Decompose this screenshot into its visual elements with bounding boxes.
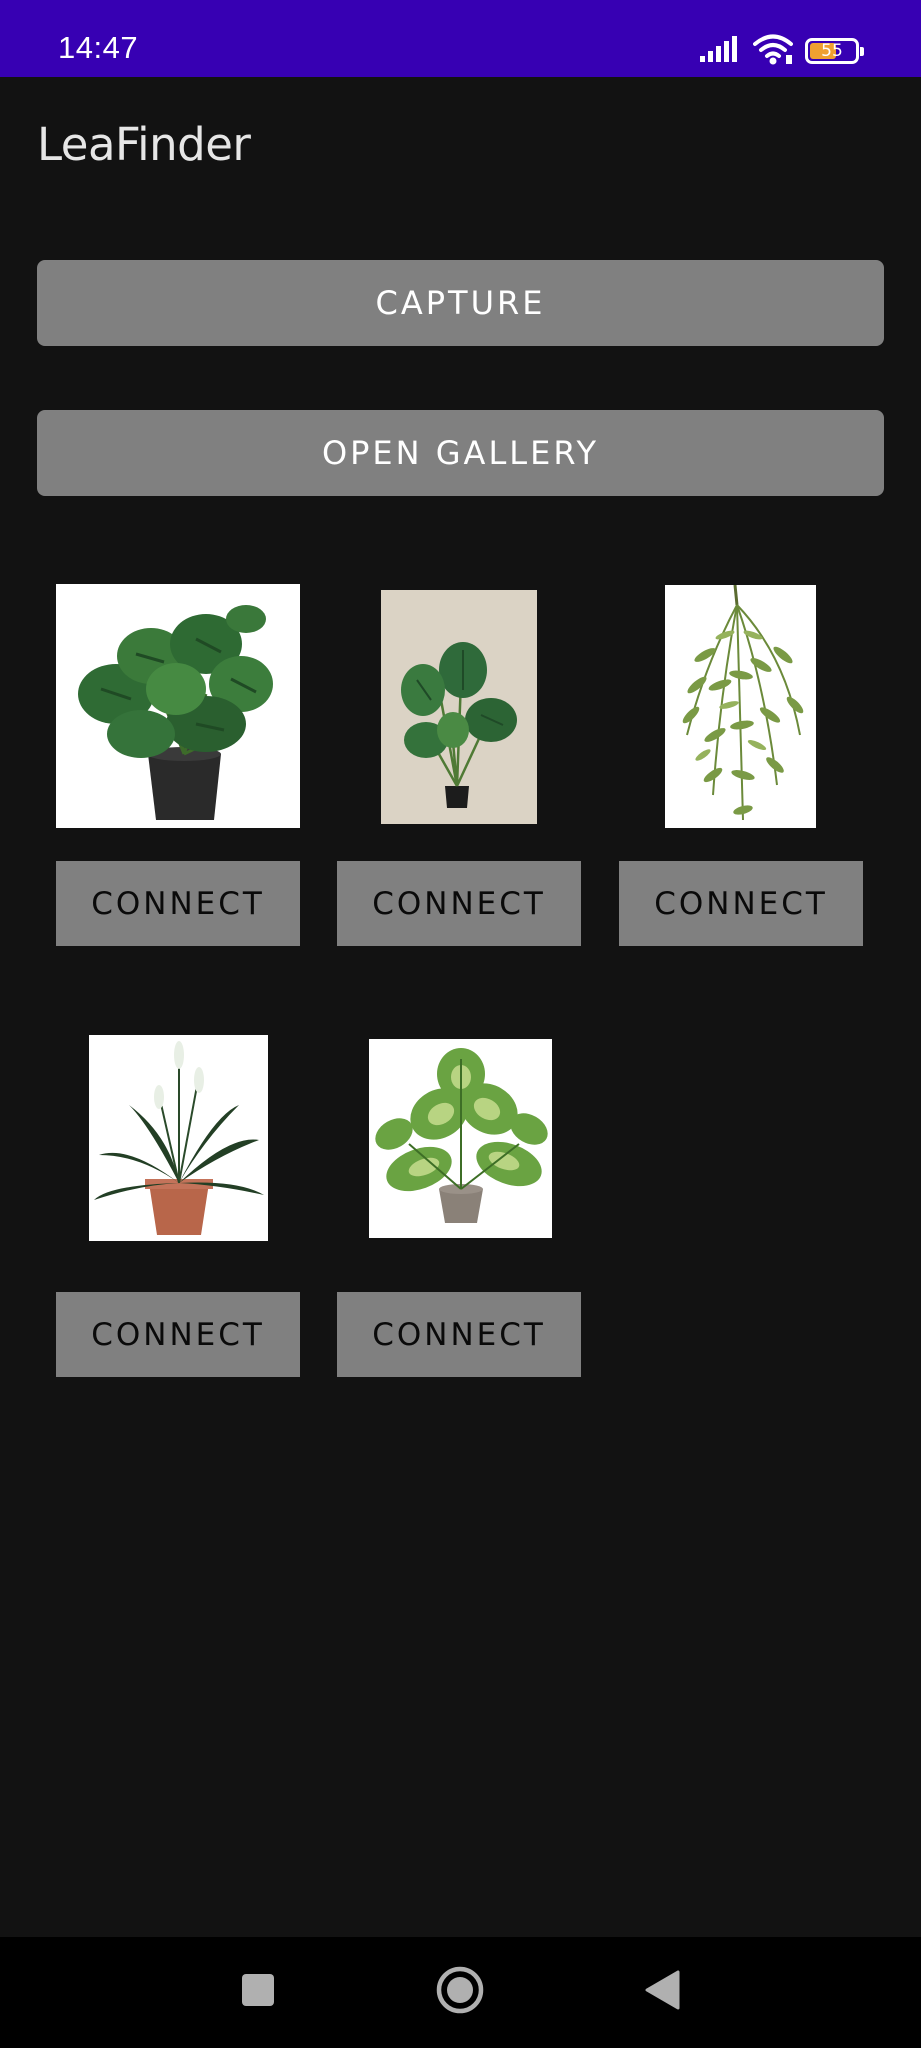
home-button[interactable] (405, 1937, 515, 2048)
signal-icon (699, 35, 741, 68)
battery-icon: 55 (805, 38, 864, 64)
dieffenbachia-grey-pot-image (369, 1039, 552, 1238)
page-title: LeaFinder (37, 118, 251, 171)
connect-button[interactable]: CONNECT (337, 861, 581, 946)
connect-button[interactable]: CONNECT (337, 1292, 581, 1377)
connect-button[interactable]: CONNECT (619, 861, 863, 946)
back-button[interactable] (607, 1937, 717, 2048)
monstera-beige-background-image (381, 590, 537, 824)
status-time: 14:47 (58, 30, 139, 65)
connect-button[interactable]: CONNECT (56, 861, 300, 946)
status-bar: 14:47 55 (0, 0, 921, 77)
back-icon (644, 1970, 680, 2015)
status-icons: 55 (699, 28, 864, 74)
home-icon (436, 1966, 484, 2019)
peace-lily-terracotta-pot-image (89, 1035, 268, 1241)
recents-button[interactable] (203, 1937, 313, 2048)
screen: 14:47 55 LeaFinder CAPTURE OPEN GALLERY … (0, 0, 921, 2048)
recents-icon (240, 1972, 276, 2013)
hanging-fern-image (665, 585, 816, 828)
capture-button[interactable]: CAPTURE (37, 260, 884, 346)
navigation-bar (0, 1937, 921, 2048)
wifi-icon (753, 33, 793, 70)
connect-button[interactable]: CONNECT (56, 1292, 300, 1377)
battery-level: 55 (821, 40, 843, 61)
monstera-black-pot-image (56, 584, 300, 828)
open-gallery-button[interactable]: OPEN GALLERY (37, 410, 884, 496)
